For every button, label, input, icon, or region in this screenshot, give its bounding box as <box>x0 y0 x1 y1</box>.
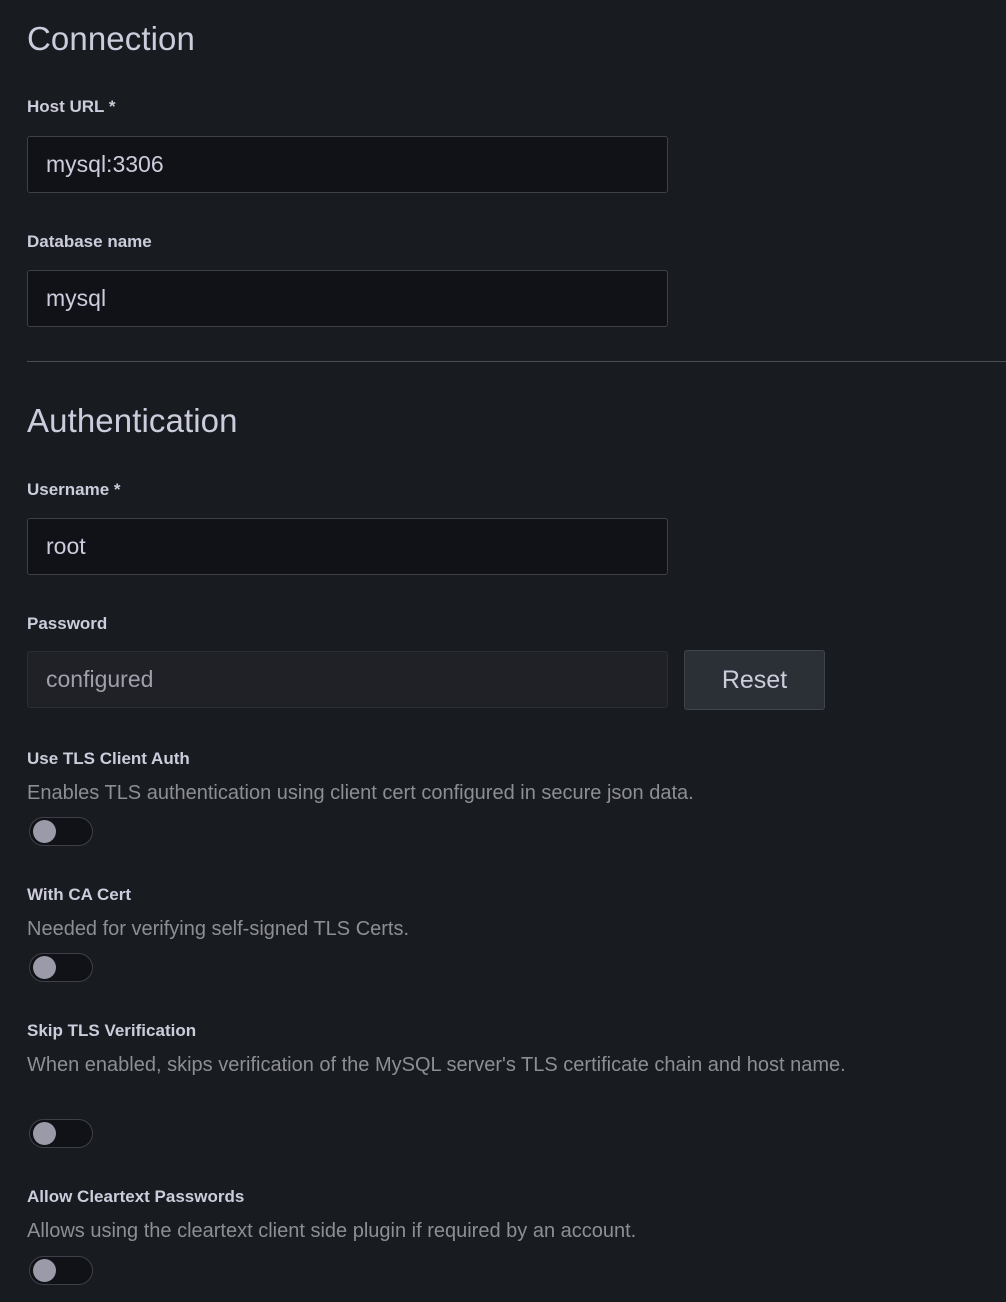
datasource-settings-page: Connection Host URL * Database name Auth… <box>0 0 1006 1302</box>
toggle-knob-icon <box>33 820 56 843</box>
database-name-input[interactable] <box>27 270 668 327</box>
use-tls-client-auth-description: Enables TLS authentication using client … <box>27 778 694 808</box>
allow-cleartext-passwords-description: Allows using the cleartext client side p… <box>27 1216 636 1246</box>
skip-tls-verification-toggle[interactable] <box>29 1119 93 1148</box>
username-label: Username * <box>27 479 121 501</box>
allow-cleartext-passwords-label: Allow Cleartext Passwords <box>27 1186 244 1208</box>
skip-tls-verification-description: When enabled, skips verification of the … <box>27 1050 977 1080</box>
toggle-knob-icon <box>33 1259 56 1282</box>
password-input[interactable] <box>27 651 668 708</box>
authentication-section-title: Authentication <box>27 404 238 437</box>
database-name-label: Database name <box>27 231 152 253</box>
password-label: Password <box>27 613 107 635</box>
skip-tls-verification-label: Skip TLS Verification <box>27 1020 196 1042</box>
use-tls-client-auth-toggle[interactable] <box>29 817 93 846</box>
allow-cleartext-passwords-toggle[interactable] <box>29 1256 93 1285</box>
use-tls-client-auth-label: Use TLS Client Auth <box>27 748 190 770</box>
toggle-knob-icon <box>33 1122 56 1145</box>
host-url-label: Host URL * <box>27 96 115 118</box>
section-divider <box>27 361 1006 362</box>
connection-section-title: Connection <box>27 22 195 55</box>
with-ca-cert-description: Needed for verifying self-signed TLS Cer… <box>27 914 409 944</box>
with-ca-cert-toggle[interactable] <box>29 953 93 982</box>
password-reset-button[interactable]: Reset <box>684 650 825 710</box>
toggle-knob-icon <box>33 956 56 979</box>
with-ca-cert-label: With CA Cert <box>27 884 131 906</box>
username-input[interactable] <box>27 518 668 575</box>
host-url-input[interactable] <box>27 136 668 193</box>
